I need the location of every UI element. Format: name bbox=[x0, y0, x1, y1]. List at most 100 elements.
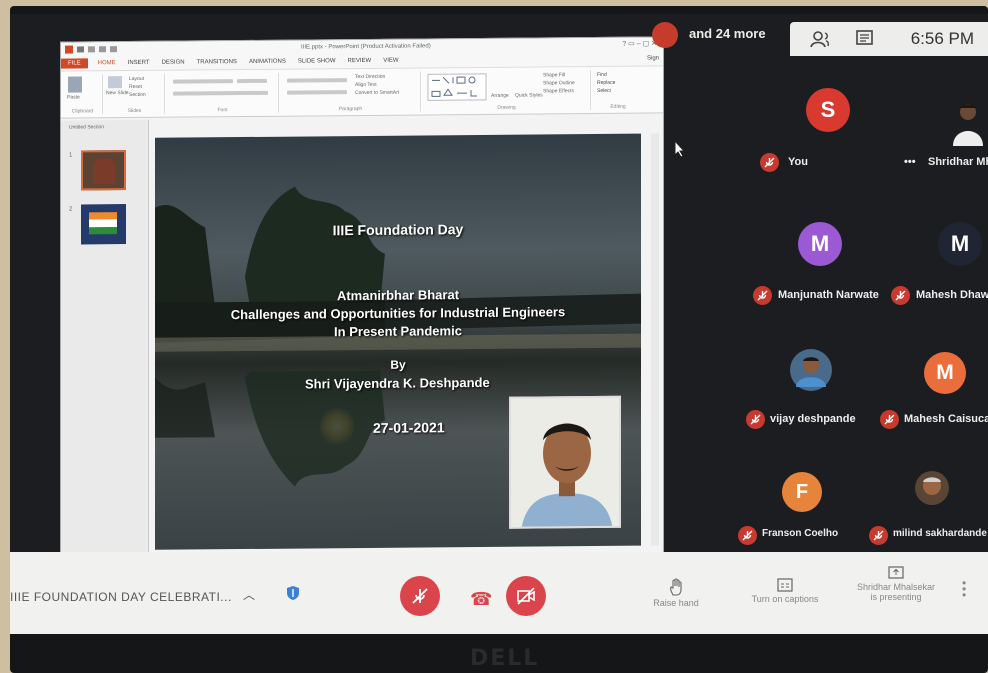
monitor: IIIE.pptx - PowerPoint (Product Activati… bbox=[10, 6, 988, 673]
participant-avatar: M bbox=[938, 222, 982, 266]
paste-label: Paste bbox=[67, 94, 80, 101]
sign-in-link[interactable]: Sign bbox=[647, 55, 659, 61]
presenting-label: is presenting bbox=[870, 592, 922, 602]
font-name-box[interactable] bbox=[173, 79, 233, 84]
powerpoint-window: IIIE.pptx - PowerPoint (Product Activati… bbox=[60, 36, 664, 568]
participant-name: You bbox=[788, 156, 808, 168]
people-icon[interactable] bbox=[810, 30, 832, 48]
shapes-gallery-icon[interactable] bbox=[427, 73, 487, 102]
ribbon-group-slides: New Slide Layout Reset Section Slides bbox=[105, 73, 165, 115]
raise-hand-button[interactable]: Raise hand bbox=[646, 578, 706, 608]
shape-outline-button[interactable]: Shape Outline bbox=[543, 80, 575, 86]
tab-view[interactable]: VIEW bbox=[383, 58, 398, 64]
ribbon-group-editing: Find Replace Select Editing bbox=[593, 70, 643, 110]
convert-smartart-button[interactable]: Convert to SmartArt bbox=[355, 90, 399, 96]
mic-off-icon bbox=[869, 526, 888, 545]
hang-up-button[interactable]: ☎ bbox=[470, 589, 492, 610]
slide-canvas[interactable]: IIIE Foundation Day Atmanirbhar Bharat C… bbox=[155, 133, 641, 550]
mouse-cursor-icon bbox=[674, 140, 686, 158]
mic-toggle-button[interactable] bbox=[400, 576, 440, 616]
slide-thumbnail-2[interactable] bbox=[81, 204, 126, 245]
mic-off-icon bbox=[891, 286, 910, 305]
participant-photo bbox=[953, 104, 983, 146]
participant-name: vijay deshpande bbox=[770, 413, 856, 425]
chevron-up-icon[interactable]: ︿ bbox=[243, 586, 255, 603]
ribbon-group-label: Slides bbox=[127, 107, 142, 115]
tab-design[interactable]: DESIGN bbox=[162, 60, 185, 66]
section-button[interactable]: Section bbox=[129, 92, 146, 98]
shield-icon[interactable] bbox=[286, 585, 300, 601]
paste-icon[interactable] bbox=[68, 76, 82, 93]
hand-icon bbox=[670, 578, 682, 596]
replace-button[interactable]: Replace bbox=[597, 80, 615, 86]
captions-button[interactable]: Turn on captions bbox=[740, 578, 830, 604]
screen: IIIE.pptx - PowerPoint (Product Activati… bbox=[10, 14, 988, 634]
chat-icon[interactable] bbox=[854, 30, 876, 48]
meet-top-bar: 6:56 PM bbox=[790, 22, 988, 56]
mic-off-icon bbox=[412, 588, 428, 604]
tab-insert[interactable]: INSERT bbox=[128, 60, 150, 66]
participant-name: Mahesh Dhawal bbox=[916, 289, 988, 301]
font-format-buttons[interactable] bbox=[173, 90, 268, 96]
camera-off-icon bbox=[517, 587, 535, 605]
text-direction-button[interactable]: Text Direction bbox=[355, 74, 385, 80]
participant-photo bbox=[790, 349, 832, 391]
slide-thumbnail-1[interactable] bbox=[81, 150, 126, 191]
font-size-box[interactable] bbox=[237, 78, 267, 84]
shape-effects-button[interactable]: Shape Effects bbox=[543, 88, 574, 94]
arrange-button[interactable]: Arrange bbox=[491, 93, 509, 99]
quick-access-toolbar-icon[interactable] bbox=[65, 44, 155, 55]
reset-button[interactable]: Reset bbox=[129, 84, 142, 90]
mic-off-icon bbox=[880, 410, 899, 429]
camera-toggle-button[interactable] bbox=[506, 576, 546, 616]
window-controls[interactable]: ? ▭ – ▢ ✕ bbox=[622, 39, 657, 47]
participant-name: Manjunath Narwate bbox=[778, 289, 879, 301]
section-label: Untitled Section bbox=[69, 124, 105, 131]
tab-animations[interactable]: ANIMATIONS bbox=[249, 59, 286, 65]
select-button[interactable]: Select bbox=[597, 88, 611, 94]
meet-control-bar: IIIE FOUNDATION DAY CELEBRATI... ︿ ☎ Rai… bbox=[10, 552, 988, 634]
new-slide-icon[interactable] bbox=[108, 76, 122, 89]
captions-icon bbox=[777, 578, 793, 592]
find-button[interactable]: Find bbox=[597, 72, 607, 78]
tab-file[interactable]: FILE bbox=[61, 58, 88, 69]
ribbon-group-label: Editing bbox=[610, 103, 626, 110]
captions-label: Turn on captions bbox=[751, 594, 819, 604]
participant-more-icon[interactable]: ••• bbox=[904, 156, 916, 168]
present-screen-icon bbox=[888, 566, 904, 579]
meeting-title[interactable]: IIIE FOUNDATION DAY CELEBRATI... bbox=[10, 590, 232, 604]
more-participants-text[interactable]: and 24 more bbox=[689, 26, 766, 41]
ribbon-group-paragraph: Text Direction Align Text Convert to Sma… bbox=[281, 71, 421, 113]
align-text-button[interactable]: Align Text bbox=[355, 82, 377, 88]
mic-off-icon bbox=[760, 153, 779, 172]
ribbon-group-label: Drawing bbox=[497, 104, 516, 111]
list-buttons[interactable] bbox=[287, 78, 347, 83]
participant-name: milind sakhardande bbox=[893, 528, 987, 539]
ribbon-group-label: Font bbox=[217, 107, 228, 114]
slide-number: 1 bbox=[69, 152, 73, 159]
presenting-status[interactable]: Shridhar Mhalsekar is presenting bbox=[846, 566, 946, 602]
quick-styles-button[interactable]: Quick Styles bbox=[515, 92, 543, 98]
mic-off-icon bbox=[746, 410, 765, 429]
tab-slide-show[interactable]: SLIDE SHOW bbox=[298, 58, 336, 64]
raise-hand-label: Raise hand bbox=[653, 598, 699, 608]
layout-button[interactable]: Layout bbox=[129, 76, 144, 82]
presenter-photo bbox=[509, 395, 621, 529]
shape-fill-button[interactable]: Shape Fill bbox=[543, 72, 565, 78]
mic-off-icon bbox=[753, 286, 772, 305]
tab-review[interactable]: REVIEW bbox=[348, 58, 372, 64]
ribbon-group-font: Font bbox=[167, 72, 279, 114]
slide-scrollbar[interactable] bbox=[651, 133, 659, 546]
more-participants-badge bbox=[652, 22, 678, 48]
align-buttons[interactable] bbox=[287, 90, 347, 95]
tab-home[interactable]: HOME bbox=[98, 60, 116, 66]
more-options-icon[interactable]: • • • bbox=[962, 577, 966, 601]
tab-transitions[interactable]: TRANSITIONS bbox=[197, 59, 237, 65]
mic-off-icon bbox=[738, 526, 757, 545]
monitor-brand-logo: DELL bbox=[470, 646, 540, 671]
participant-name: Franson Coelho bbox=[762, 528, 839, 539]
participant-avatar: S bbox=[806, 88, 850, 132]
participant-photo bbox=[915, 471, 949, 505]
participant-avatar: M bbox=[924, 352, 966, 394]
ppt-window-title: IIIE.pptx - PowerPoint (Product Activati… bbox=[301, 43, 431, 51]
